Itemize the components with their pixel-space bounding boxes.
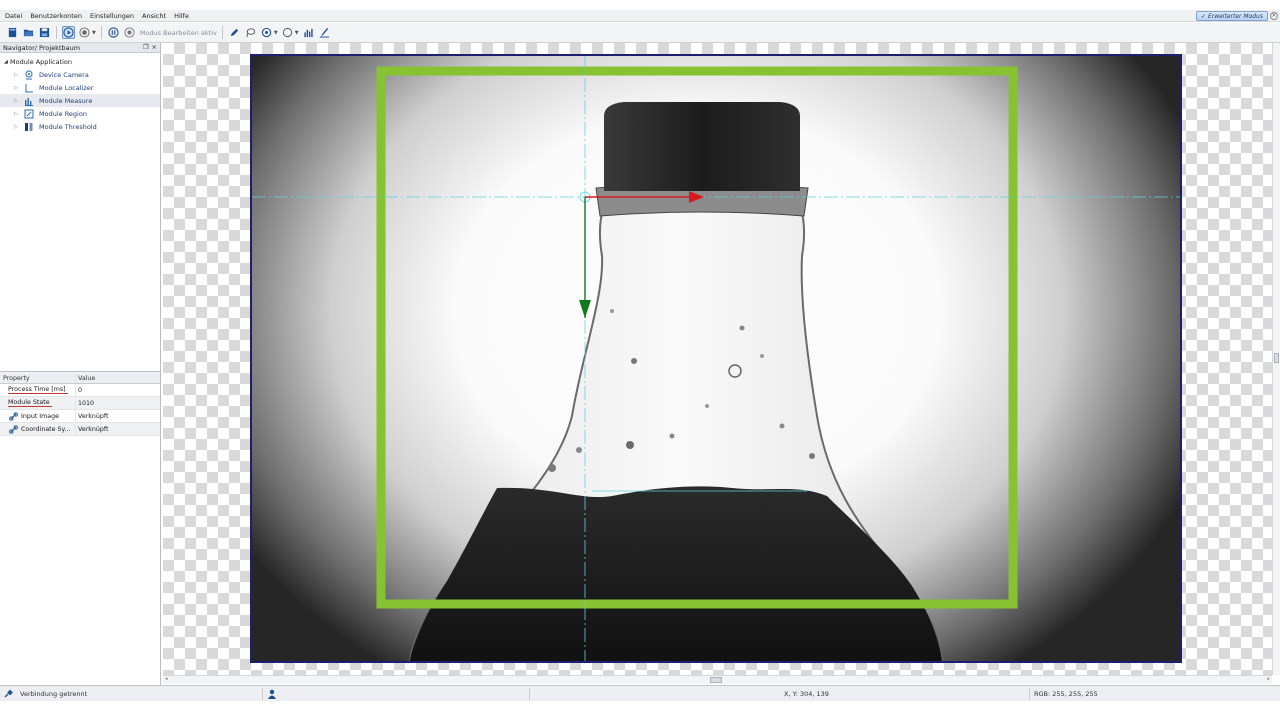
advanced-mode-label: Erweiterter Modus bbox=[1207, 12, 1263, 20]
window-top-strip bbox=[0, 0, 1280, 10]
chevron-right-icon[interactable]: ▷ bbox=[14, 124, 20, 130]
image-viewport[interactable] bbox=[163, 43, 1272, 675]
chevron-down-icon[interactable]: ▼ bbox=[274, 30, 278, 36]
property-column-header: Property bbox=[0, 373, 76, 383]
region-icon bbox=[24, 109, 34, 119]
menu-datei[interactable]: Datei bbox=[2, 12, 25, 20]
toolbar-separator bbox=[100, 26, 102, 39]
new-project-icon[interactable] bbox=[6, 26, 19, 39]
chevron-down-icon[interactable]: ▼ bbox=[92, 30, 96, 36]
menu-hilfe[interactable]: Hilfe bbox=[171, 12, 192, 20]
chevron-right-icon[interactable]: ▷ bbox=[14, 85, 20, 91]
save-icon[interactable] bbox=[38, 26, 51, 39]
tree-item-label: Module Measure bbox=[39, 96, 93, 105]
tree-item-label: Module Region bbox=[39, 109, 87, 118]
tree-item-device-camera[interactable]: ▷ Device Camera bbox=[0, 68, 160, 81]
status-separator bbox=[262, 688, 263, 700]
edit-mode-label: Modus Bearbeiten aktiv bbox=[139, 28, 217, 37]
navigator-title: Navigator/ Projektbaum bbox=[3, 43, 81, 52]
cursor-coordinates: X, Y: 304, 139 bbox=[784, 690, 829, 698]
chevron-right-icon[interactable]: ▷ bbox=[14, 111, 20, 117]
property-name: Module State bbox=[8, 399, 52, 407]
navigator-header: Navigator/ Projektbaum ❐ × bbox=[0, 43, 160, 53]
link-icon bbox=[9, 424, 18, 434]
property-row[interactable]: Coordinate Sy... Verknüpft bbox=[0, 423, 160, 436]
property-name: Coordinate Sy... bbox=[21, 425, 71, 433]
connection-status-text: Verbindung getrennt bbox=[20, 690, 88, 698]
menu-einstellungen[interactable]: Einstellungen bbox=[87, 12, 137, 20]
target-icon[interactable] bbox=[260, 26, 273, 39]
tree-item-module-threshold[interactable]: ▷ Module Threshold bbox=[0, 120, 160, 133]
project-tree: ◢ Module Application ▷ Device Camera ▷ M… bbox=[0, 53, 160, 133]
check-icon: ✓ bbox=[1200, 12, 1206, 20]
close-icon[interactable]: × bbox=[1270, 12, 1278, 20]
tree-item-label: Module Threshold bbox=[39, 122, 97, 131]
horizontal-scroll-thumb[interactable] bbox=[710, 677, 722, 683]
window-bottom-strip bbox=[0, 701, 1280, 720]
histogram-icon[interactable] bbox=[302, 26, 315, 39]
vertical-scroll-thumb[interactable] bbox=[1274, 353, 1279, 363]
chevron-right-icon[interactable]: ▷ bbox=[14, 72, 20, 78]
connection-status: Verbindung getrennt bbox=[4, 686, 87, 702]
vertical-scrollbar[interactable] bbox=[1272, 43, 1280, 675]
value-column-header: Value bbox=[78, 374, 96, 382]
advanced-mode-button[interactable]: ✓ Erweiterter Modus bbox=[1195, 11, 1268, 21]
close-panel-icon[interactable]: × bbox=[152, 43, 157, 51]
property-header-row: Property Value bbox=[0, 373, 160, 384]
toolbar-separator bbox=[56, 26, 57, 39]
chevron-down-icon[interactable]: ▼ bbox=[295, 30, 299, 36]
scroll-left-icon[interactable]: ◂ bbox=[165, 676, 168, 682]
brush-icon[interactable] bbox=[318, 26, 331, 39]
lasso-icon[interactable] bbox=[244, 26, 257, 39]
property-row[interactable]: Process Time [ms] 0 bbox=[0, 384, 160, 397]
property-value[interactable]: 1010 bbox=[76, 400, 94, 407]
property-name: Input Image bbox=[21, 412, 60, 420]
property-row[interactable]: Module State 1010 bbox=[0, 397, 160, 410]
image-overlay bbox=[252, 56, 1180, 661]
property-row[interactable]: Input Image Verknüpft bbox=[0, 410, 160, 423]
property-value[interactable]: Verknüpft bbox=[76, 426, 108, 433]
pen-icon[interactable] bbox=[228, 26, 241, 39]
property-value[interactable]: Verknüpft bbox=[76, 413, 108, 420]
run-icon[interactable] bbox=[62, 26, 75, 39]
tree-root[interactable]: ◢ Module Application bbox=[0, 55, 160, 68]
menu-ansicht[interactable]: Ansicht bbox=[139, 12, 169, 20]
scroll-right-icon[interactable]: ▸ bbox=[1267, 676, 1270, 682]
status-bar: Verbindung getrennt X, Y: 304, 139 RGB: … bbox=[0, 685, 1280, 701]
edit-mode-icon[interactable] bbox=[123, 26, 136, 39]
threshold-icon bbox=[24, 122, 34, 132]
open-folder-icon[interactable] bbox=[22, 26, 35, 39]
user-icon[interactable] bbox=[267, 686, 277, 702]
measure-icon bbox=[24, 96, 34, 106]
record-icon[interactable] bbox=[78, 26, 91, 39]
float-panel-icon[interactable]: ❐ bbox=[143, 43, 149, 51]
chevron-right-icon[interactable]: ▷ bbox=[14, 98, 20, 104]
tree-item-module-region[interactable]: ▷ Module Region bbox=[0, 107, 160, 120]
tree-item-module-localizer[interactable]: ▷ Module Localizer bbox=[0, 81, 160, 94]
property-grid: Property Value Process Time [ms] 0 Modul… bbox=[0, 371, 160, 436]
horizontal-scrollbar[interactable]: ◂ ▸ bbox=[163, 675, 1272, 684]
camera-icon bbox=[24, 70, 34, 80]
localizer-icon bbox=[24, 83, 34, 93]
status-separator bbox=[1029, 688, 1030, 700]
disconnected-plug-icon bbox=[4, 688, 14, 700]
pixel-rgb-value: RGB: 255, 255, 255 bbox=[1034, 690, 1098, 698]
toolbar: ▼ Modus Bearbeiten aktiv ▼ ▼ bbox=[0, 23, 1280, 43]
menu-bar: Datei Benutzerkonten Einstellungen Ansic… bbox=[0, 10, 1280, 22]
camera-image[interactable] bbox=[250, 54, 1182, 663]
tree-item-label: Device Camera bbox=[39, 70, 89, 79]
circle-icon[interactable] bbox=[281, 26, 294, 39]
pause-icon[interactable] bbox=[107, 26, 120, 39]
link-icon bbox=[9, 411, 18, 421]
tree-item-module-measure[interactable]: ▷ Module Measure bbox=[0, 94, 160, 107]
tree-root-label: Module Application bbox=[10, 57, 73, 66]
property-value[interactable]: 0 bbox=[76, 387, 82, 394]
navigator-panel: Navigator/ Projektbaum ❐ × ◢ Module Appl… bbox=[0, 43, 161, 685]
property-name: Process Time [ms] bbox=[8, 386, 68, 394]
menu-benutzerkonten[interactable]: Benutzerkonten bbox=[27, 12, 85, 20]
status-separator bbox=[529, 688, 530, 700]
toolbar-separator bbox=[221, 26, 223, 39]
tree-item-label: Module Localizer bbox=[39, 83, 94, 92]
